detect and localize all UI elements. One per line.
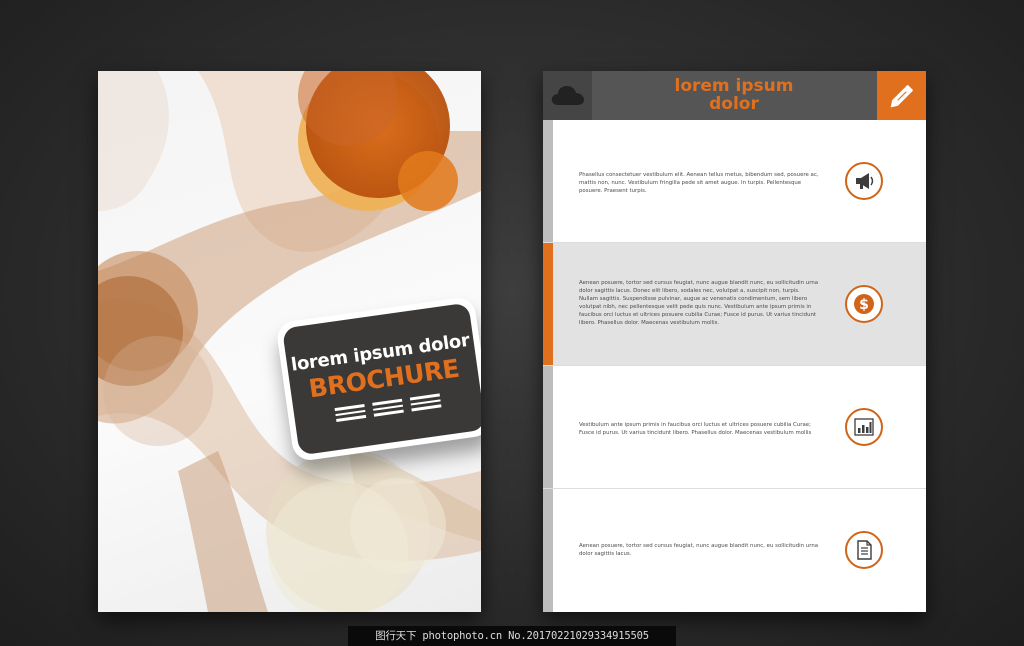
section-text: Aenean posuere, tortor sed cursus feugia… (579, 280, 819, 326)
bar-chart-icon (854, 418, 874, 436)
svg-text:$: $ (859, 297, 869, 313)
section-icon (845, 162, 883, 200)
section-strip (543, 366, 553, 488)
badge-inner: lorem ipsum dolor BROCHURE (282, 302, 481, 456)
document-icon (857, 540, 872, 560)
brochure-badge: lorem ipsum dolor BROCHURE (275, 295, 481, 463)
header-cloud-box (543, 71, 592, 120)
section-row: Vestibulum ante ipsum primis in faucibus… (543, 366, 926, 488)
section-icon (845, 531, 883, 569)
megaphone-icon (856, 173, 874, 189)
brochure-inner-page: lorem ipsum dolor Phasellus consectetuer… (543, 71, 926, 612)
watermark: 图行天下 photophoto.cn No.201702210293349155… (348, 626, 676, 646)
header-pencil-box (877, 71, 926, 120)
section-row: Phasellus consectetuer vestibulum elit. … (543, 120, 926, 242)
header-title: lorem ipsum dolor (674, 76, 794, 114)
dollar-icon: $ (854, 294, 874, 314)
section-strip (543, 120, 553, 242)
brochure-cover: lorem ipsum dolor BROCHURE (98, 71, 481, 612)
page-header: lorem ipsum dolor (543, 71, 926, 120)
section-row: Aenean posuere, tortor sed cursus feugia… (543, 243, 926, 365)
section-strip (543, 243, 553, 365)
section-strip (543, 489, 553, 612)
cloud-icon (551, 86, 584, 105)
section-row: Aenean posuere, tortor sed cursus feugia… (543, 489, 926, 612)
section-icon: $ (845, 285, 883, 323)
section-text: Phasellus consectetuer vestibulum elit. … (579, 172, 819, 194)
pencil-icon (890, 85, 913, 108)
section-icon (845, 408, 883, 446)
section-text: Vestibulum ante ipsum primis in faucibus… (579, 422, 812, 436)
section-text: Aenean posuere, tortor sed cursus feugia… (579, 543, 819, 557)
